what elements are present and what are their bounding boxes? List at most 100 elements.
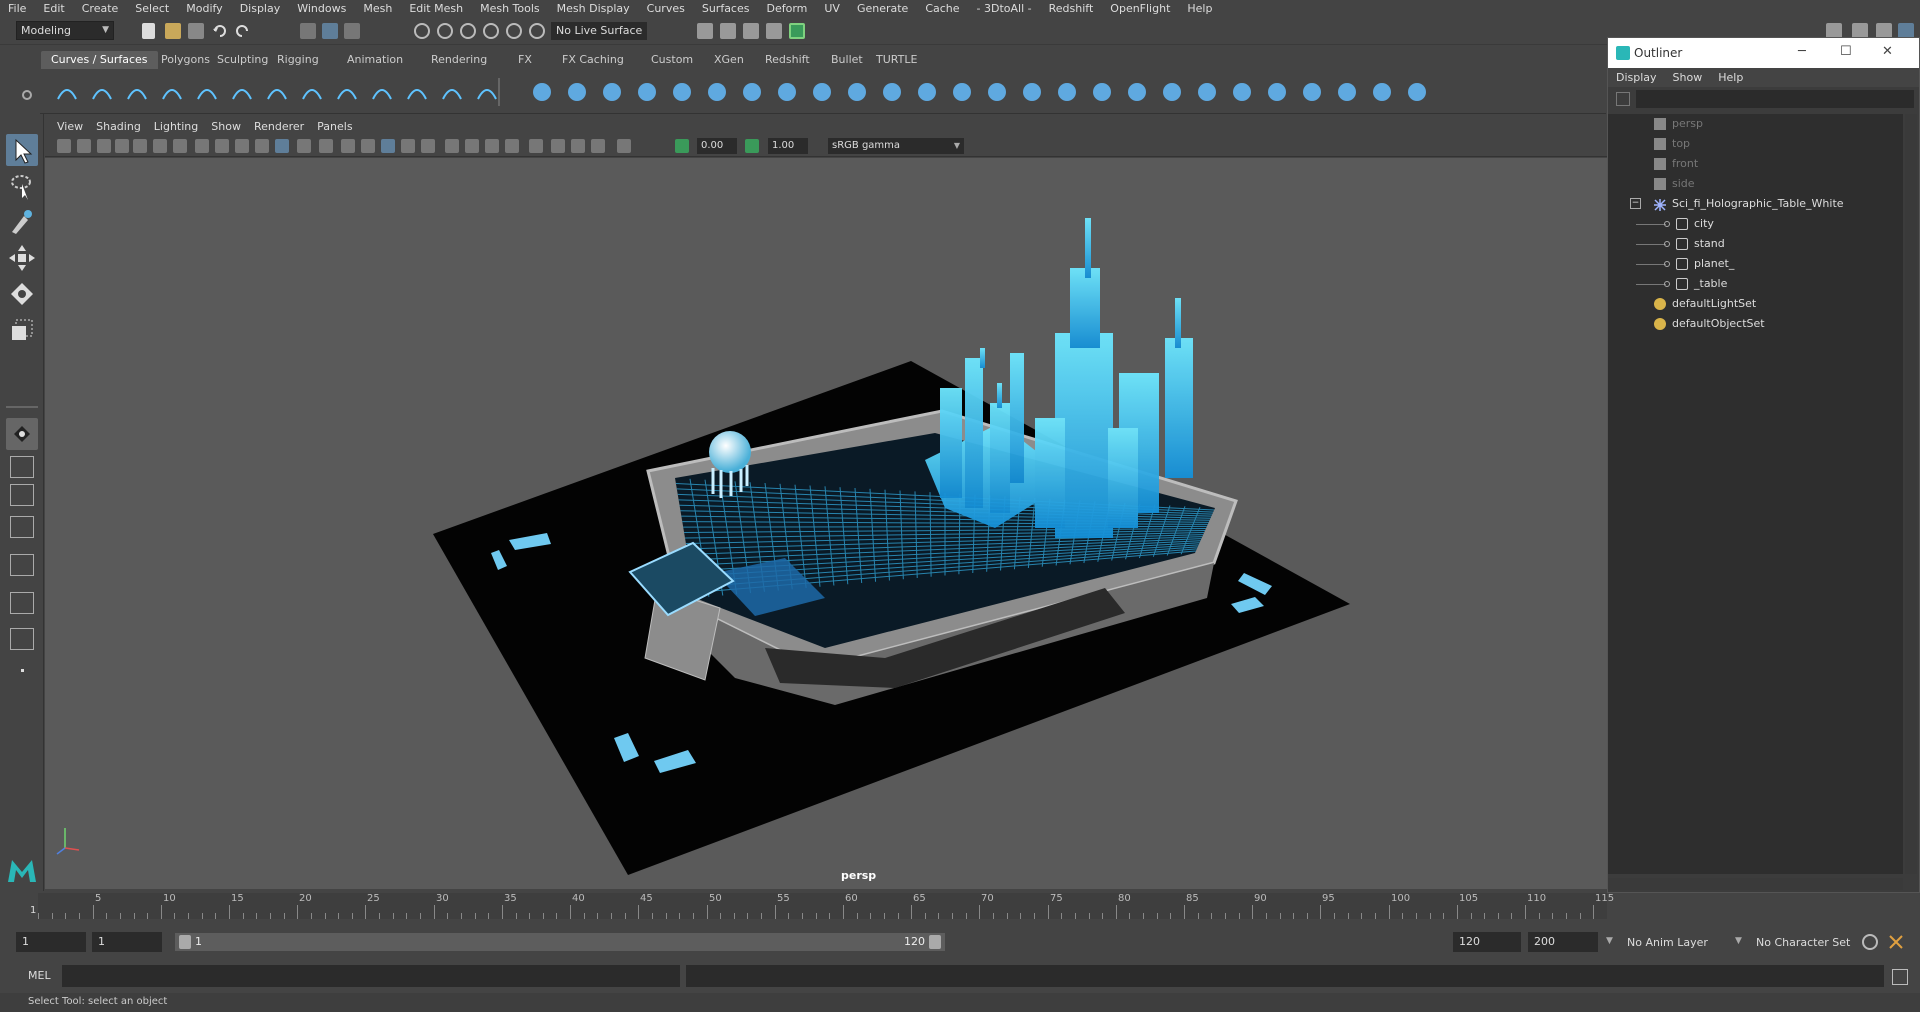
save-scene-icon[interactable] <box>188 23 204 39</box>
chevron-down-icon[interactable]: ▼ <box>1606 936 1613 946</box>
menu-item[interactable]: Modify <box>178 0 231 17</box>
viewport-tool-icon[interactable] <box>341 139 355 153</box>
viewport-tool-icon[interactable] <box>235 139 249 153</box>
script-editor-icon[interactable] <box>1892 969 1908 985</box>
playback-start-field[interactable]: 1 <box>92 932 162 952</box>
viewport-tool-icon[interactable] <box>115 139 129 153</box>
fillet-icon[interactable] <box>369 79 395 105</box>
outliner-item[interactable]: side <box>1608 174 1898 194</box>
minimize-icon[interactable]: ─ <box>1798 44 1806 59</box>
four-view-layout-icon[interactable] <box>10 456 34 478</box>
gamma-field[interactable]: 1.00 <box>768 138 808 154</box>
viewport-tool-icon[interactable] <box>133 139 147 153</box>
outliner-item[interactable]: defaultLightSet <box>1608 294 1898 314</box>
new-scene-icon[interactable] <box>142 23 155 39</box>
intersect-icon[interactable] <box>1089 79 1115 105</box>
viewport-tool-icon[interactable] <box>591 139 605 153</box>
shelf-tab[interactable]: Rendering <box>421 51 497 69</box>
viewport-menu-item[interactable]: Renderer <box>250 120 313 133</box>
outliner-item[interactable]: top <box>1608 134 1898 154</box>
menu-item[interactable]: Mesh Display <box>549 0 639 17</box>
move-tool-icon[interactable] <box>6 242 38 274</box>
viewport-tool-icon[interactable] <box>465 139 479 153</box>
outliner-item[interactable]: city <box>1608 214 1898 234</box>
outliner-item[interactable]: stand <box>1608 234 1898 254</box>
outliner-item[interactable]: Sci_fi_Holographic_Table_White − <box>1608 194 1898 214</box>
shelf-tab[interactable]: TURTLE <box>866 51 927 69</box>
bezier-icon[interactable] <box>264 79 290 105</box>
start-time-field[interactable]: 1 <box>16 932 86 952</box>
shelf-tab[interactable]: Custom <box>641 51 703 69</box>
stitch-icon[interactable] <box>1159 79 1185 105</box>
viewport-tool-icon[interactable] <box>153 139 167 153</box>
rotate-tool-icon[interactable] <box>6 278 38 310</box>
trim-icon[interactable] <box>984 79 1010 105</box>
menu-item[interactable]: Create <box>74 0 128 17</box>
viewport-tool-icon[interactable] <box>275 139 289 153</box>
menu-item[interactable]: File <box>0 0 35 17</box>
range-slider[interactable]: 1 120 <box>175 933 945 951</box>
select-object-icon[interactable] <box>322 23 338 39</box>
command-input[interactable] <box>62 965 680 987</box>
viewport-tool-icon[interactable] <box>675 139 689 153</box>
sculpt-icon[interactable] <box>1194 79 1220 105</box>
shelf-tab[interactable]: Rigging <box>267 51 329 69</box>
extrude-icon[interactable] <box>844 79 870 105</box>
viewport-menu-item[interactable]: Show <box>207 120 250 133</box>
menu-item[interactable]: Surfaces <box>694 0 759 17</box>
live-surface-field[interactable]: No Live Surface <box>551 22 647 40</box>
viewport-tool-icon[interactable] <box>505 139 519 153</box>
scale-tool-icon[interactable] <box>6 314 38 346</box>
persp-outliner-layout-icon[interactable] <box>10 484 34 506</box>
script-language-toggle[interactable]: MEL <box>28 969 51 982</box>
playback-end-field[interactable]: 120 <box>1453 932 1521 952</box>
more-layouts-icon[interactable] <box>10 659 34 681</box>
boundary-icon[interactable] <box>914 79 940 105</box>
viewport-tool-icon[interactable] <box>551 139 565 153</box>
align-surface-icon[interactable] <box>1334 79 1360 105</box>
menu-item[interactable]: UV <box>816 0 849 17</box>
shelf-tab[interactable]: Bullet <box>821 51 873 69</box>
outliner-horizontal-scrollbar[interactable] <box>1608 878 1903 890</box>
outliner-menu-item[interactable]: Display <box>1616 71 1673 84</box>
outliner-item[interactable]: planet_ <box>1608 254 1898 274</box>
menu-item[interactable]: OpenFlight <box>1102 0 1179 17</box>
detach-curves-icon[interactable] <box>334 79 360 105</box>
curve-tools-icon[interactable] <box>474 79 500 105</box>
nurbs-circle-icon[interactable] <box>54 79 80 105</box>
nurbs-cube-icon[interactable] <box>564 79 590 105</box>
viewport-tool-icon[interactable] <box>173 139 187 153</box>
maximize-icon[interactable]: ☐ <box>1840 44 1852 59</box>
time-slider[interactable]: 5 10 15 20 25 30 35 40 45 50 55 60 65 70 75 80 85 90 95 100… <box>24 891 1614 924</box>
untrim-icon[interactable] <box>1019 79 1045 105</box>
viewport-tool-icon[interactable] <box>361 139 375 153</box>
menu-item[interactable]: Edit Mesh <box>401 0 472 17</box>
outliner-item[interactable]: _table <box>1608 274 1898 294</box>
viewport-tool-icon[interactable] <box>571 139 585 153</box>
exposure-field[interactable]: 0.00 <box>697 138 737 154</box>
menu-item[interactable]: Redshift <box>1041 0 1103 17</box>
viewport-menu-item[interactable]: Shading <box>92 120 150 133</box>
paint-effects-icon[interactable] <box>1369 79 1395 105</box>
hypershade-layout-icon[interactable] <box>10 592 34 614</box>
nurbs-cone-icon[interactable] <box>634 79 660 105</box>
range-start-handle[interactable] <box>179 935 191 949</box>
lasso-tool-icon[interactable] <box>6 170 38 202</box>
snap-point-icon[interactable] <box>460 23 476 39</box>
outliner-menu-item[interactable]: Help <box>1718 71 1759 84</box>
outliner-vertical-scrollbar[interactable] <box>1905 114 1917 874</box>
viewport-tool-icon[interactable] <box>445 139 459 153</box>
outliner-item[interactable]: persp <box>1608 114 1898 134</box>
loft-icon[interactable] <box>774 79 800 105</box>
fillet-surface-icon[interactable] <box>1124 79 1150 105</box>
viewport-tool-icon[interactable] <box>255 139 269 153</box>
nurbs-square-icon[interactable] <box>89 79 115 105</box>
viewport-tool-icon[interactable] <box>215 139 229 153</box>
paint-select-tool-icon[interactable] <box>6 206 38 238</box>
snap-surface-icon[interactable] <box>506 23 522 39</box>
pencil-curve-icon[interactable] <box>159 79 185 105</box>
select-component-icon[interactable] <box>344 23 360 39</box>
nurbs-plane-icon[interactable] <box>669 79 695 105</box>
hypershade-icon[interactable] <box>789 23 805 39</box>
arc-icon[interactable] <box>229 79 255 105</box>
